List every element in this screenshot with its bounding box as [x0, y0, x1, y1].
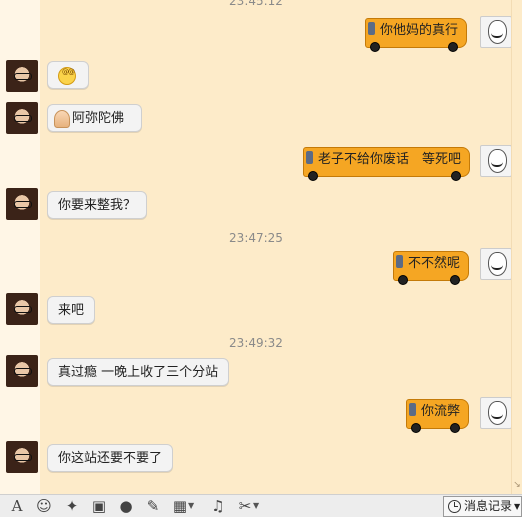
message-text: 你这站还要不要了 — [58, 451, 163, 466]
bus-wheel-icon — [448, 42, 459, 52]
timestamp: 23:45:12 — [229, 0, 283, 8]
timestamp: 23:47:25 — [229, 231, 283, 245]
magic-icon[interactable]: ✦ — [63, 497, 81, 515]
bus-wheel-icon — [451, 171, 462, 181]
message-bubble-sent: 老子不给你废话 等死吧 — [303, 147, 471, 181]
bus-window-icon — [396, 255, 403, 268]
bus-window-icon — [306, 151, 313, 164]
avatar-contact[interactable] — [6, 441, 38, 473]
music-icon[interactable]: ♫ — [209, 497, 227, 515]
scissors-icon[interactable]: ✂ ▼ — [236, 497, 259, 515]
chevron-down-icon: ▼ — [514, 502, 521, 511]
bus-wheel-icon — [308, 171, 318, 181]
message-bubble-received: 你这站还要不要了 — [47, 444, 174, 472]
font-icon[interactable]: A — [8, 497, 26, 515]
chevron-down-icon: ▼ — [253, 501, 260, 510]
message-bubble-received — [47, 61, 89, 89]
bus-wheel-icon — [411, 423, 421, 433]
chat-message-area[interactable]: 23:45:12 你他妈的真行 阿弥陀佛 老子不给你废话 等死吧 你要来整我？ … — [0, 0, 512, 494]
message-text: 来吧 — [58, 303, 85, 318]
bus-wheel-icon — [398, 275, 408, 285]
bus-wheel-icon — [450, 275, 461, 285]
message-text: 你他妈的真行 — [380, 23, 459, 38]
message-text: 你要来整我？ — [58, 198, 137, 213]
voice-icon[interactable]: ● — [117, 497, 135, 515]
history-label: 消息记录 — [464, 499, 513, 513]
message-text: 真过瘾 一晚上收了三个分站 — [58, 365, 219, 380]
timestamp: 23:49:32 — [229, 336, 283, 350]
bus-wheel-icon — [370, 42, 380, 52]
chevron-down-icon: ▼ — [188, 501, 195, 510]
message-text: 你流弊 — [421, 404, 461, 419]
avatar-contact[interactable] — [6, 102, 38, 134]
message-history-button[interactable]: 消息记录 ▼ — [443, 496, 522, 517]
message-text: 不不然呢 — [408, 256, 461, 271]
dizzy-face-icon — [58, 66, 76, 85]
avatar-contact[interactable] — [6, 293, 38, 325]
message-bubble-sent: 不不然呢 — [393, 251, 470, 285]
input-toolbar: A ☺ ✦ ▣ ● ✎ ▦ ▼ ♫ ✂ ▼ 消息记录 ▼ — [0, 494, 522, 517]
scroll-down-arrow-icon[interactable]: ↘ — [513, 480, 521, 490]
message-bubble-received: 你要来整我？ — [47, 191, 148, 219]
message-bubble-sent: 你他妈的真行 — [365, 18, 468, 52]
message-text: 阿弥陀佛 — [72, 111, 125, 126]
message-text: 老子不给你废话 等死吧 — [318, 152, 462, 167]
avatar-self[interactable] — [480, 16, 512, 48]
clock-icon — [448, 500, 461, 513]
bus-window-icon — [368, 22, 375, 35]
avatar-self[interactable] — [480, 397, 512, 429]
message-bubble-received: 真过瘾 一晚上收了三个分站 — [47, 358, 230, 386]
image-icon[interactable]: ▦ ▼ — [171, 497, 194, 515]
avatar-self[interactable] — [480, 145, 512, 177]
message-bubble-received: 阿弥陀佛 — [47, 104, 142, 132]
bus-window-icon — [409, 403, 416, 416]
bus-wheel-icon — [450, 423, 461, 433]
emoticon-icon[interactable]: ☺ — [35, 497, 53, 515]
avatar-self[interactable] — [480, 248, 512, 280]
avatar-contact[interactable] — [6, 60, 38, 92]
edit-icon[interactable]: ✎ — [144, 497, 162, 515]
screenshot-icon[interactable]: ▣ — [90, 497, 108, 515]
message-bubble-sent: 你流弊 — [406, 399, 470, 433]
praying-hands-icon — [54, 109, 70, 128]
vertical-scrollbar[interactable]: ↘ — [511, 0, 522, 494]
message-bubble-received: 来吧 — [47, 296, 96, 324]
avatar-contact[interactable] — [6, 355, 38, 387]
avatar-contact[interactable] — [6, 188, 38, 220]
